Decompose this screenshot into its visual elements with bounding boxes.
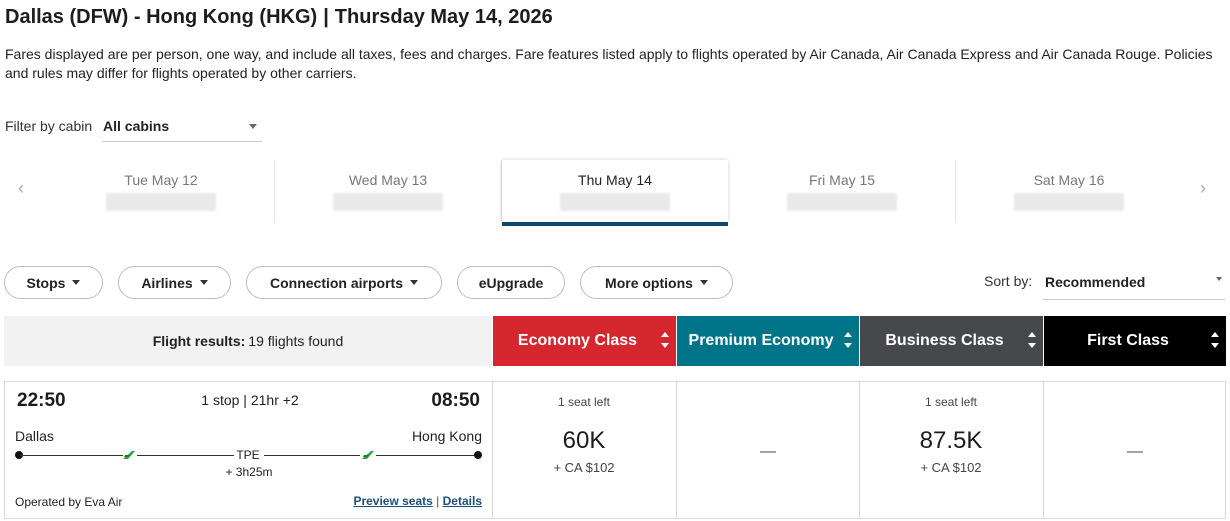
date-tab-label: Tue May 12 [124, 172, 198, 188]
page-title: Dallas (DFW) - Hong Kong (HKG) | Thursday … [5, 6, 553, 29]
airlines-filter-button[interactable]: Airlines [118, 266, 231, 299]
flight-results-count: 19 flights found [248, 333, 344, 349]
preview-seats-link[interactable]: Preview seats [353, 494, 432, 508]
travel-date-text: Thursday May 14, 2026 [334, 6, 553, 28]
cabin-header-label: First Class [1087, 332, 1169, 349]
fare-unavailable: — [1127, 443, 1143, 460]
sort-label: Sort by: [984, 273, 1033, 289]
date-tab-label: Fri May 15 [808, 172, 876, 188]
cabin-filter-label: Filter by cabin [5, 118, 93, 134]
fare-unavailable: — [760, 443, 776, 460]
date-tab-label: Wed May 13 [348, 172, 428, 188]
eupgrade-filter-label: eUpgrade [478, 274, 544, 291]
operating-carrier: Operated by Eva Air [15, 495, 123, 509]
destination-dot [474, 451, 482, 459]
more-options-filter-button[interactable]: More options [580, 266, 733, 299]
seats-left: 1 seat left [557, 395, 611, 409]
sort-value: Recommended [1045, 274, 1146, 290]
chevron-down-icon [249, 124, 257, 129]
caret-down-icon [199, 280, 208, 285]
route-line [264, 455, 360, 456]
link-separator: | [436, 494, 440, 508]
sort-arrows-icon [1211, 332, 1219, 350]
cabin-header-first[interactable]: First Class [1044, 316, 1226, 366]
cabin-header-premium-economy[interactable]: Premium Economy [677, 316, 859, 366]
title-separator: | [323, 6, 329, 28]
origin-city: Dallas [15, 428, 54, 444]
cabin-header-label: Business Class [885, 332, 1004, 349]
cabin-filter-select[interactable]: All cabins [102, 112, 262, 142]
fare-cell-business[interactable]: 1 seat left 87.5K + CA $102 [860, 382, 1043, 518]
more-options-filter-label: More options [605, 274, 693, 291]
stops-filter-button[interactable]: Stops [4, 266, 103, 299]
fare-points: 60K [562, 427, 606, 454]
stop-airport-code: TPE [236, 448, 260, 462]
cabin-header-business[interactable]: Business Class [860, 316, 1043, 366]
flight-links: Preview seats | Details [300, 494, 482, 508]
cabin-header-economy[interactable]: Economy Class [493, 316, 676, 366]
route-line [137, 455, 234, 456]
fare-points: 87.5K [919, 427, 983, 454]
sort-arrows-icon [844, 332, 852, 350]
departure-time: 22:50 [17, 390, 66, 411]
eupgrade-filter-button[interactable]: eUpgrade [457, 266, 565, 299]
connection-airports-filter-label: Connection airports [269, 274, 403, 291]
date-tab-sat-may-16[interactable]: Sat May 16 [956, 160, 1182, 222]
date-tab-tue-may-12[interactable]: Tue May 12 [48, 160, 275, 222]
route-text: Dallas (DFW) - Hong Kong (HKG) [5, 6, 318, 28]
fare-cash: + CA $102 [920, 460, 982, 475]
date-tab-thu-may-14[interactable]: Thu May 14 [502, 160, 728, 226]
chevron-right-icon[interactable]: › [1200, 178, 1206, 199]
airlines-filter-label: Airlines [141, 274, 193, 291]
eva-air-logo-icon [123, 451, 135, 459]
blurred-price [1014, 193, 1124, 211]
layover-duration: + 3h25m [225, 465, 273, 479]
stops-filter-label: Stops [26, 274, 66, 291]
blurred-price [106, 193, 216, 211]
date-tab-fri-may-15[interactable]: Fri May 15 [729, 160, 956, 222]
seats-left: 1 seat left [924, 395, 978, 409]
details-link[interactable]: Details [443, 494, 482, 508]
arrival-time: 08:50 [431, 390, 480, 411]
fare-cell-economy[interactable]: 1 seat left 60K + CA $102 [493, 382, 676, 518]
date-tab-wed-may-13[interactable]: Wed May 13 [275, 160, 502, 222]
caret-down-icon [699, 280, 708, 285]
blurred-price [333, 193, 443, 211]
fare-disclaimer: Fares displayed are per person, one way,… [5, 46, 1213, 81]
route-line [20, 455, 123, 456]
date-tab-label: Sat May 16 [1033, 172, 1105, 188]
sort-select[interactable]: Recommended [1043, 268, 1225, 300]
flight-results-label: Flight results: [152, 333, 246, 349]
caret-down-icon [410, 280, 418, 285]
fare-cell-premium-economy: — [677, 382, 859, 518]
sort-arrows-icon [661, 332, 669, 350]
chevron-left-icon[interactable]: ‹ [18, 178, 24, 199]
caret-down-icon [72, 280, 81, 285]
flight-summary: 1 stop | 21hr +2 [201, 392, 299, 408]
eva-air-logo-icon [362, 451, 374, 459]
blurred-price [560, 193, 670, 211]
cabin-filter-value: All cabins [103, 118, 170, 134]
destination-city: Hong Kong [411, 428, 482, 444]
flight-results-summary: Flight results: 19 flights found [4, 316, 492, 366]
date-tab-label: Thu May 14 [578, 172, 652, 188]
cabin-header-label: Premium Economy [688, 332, 834, 349]
cabin-header-label: Economy Class [517, 332, 638, 349]
chevron-down-icon [1216, 277, 1222, 281]
fare-cell-first: — [1044, 382, 1226, 518]
sort-arrows-icon [1028, 332, 1036, 350]
connection-airports-filter-button[interactable]: Connection airports [246, 266, 442, 299]
blurred-price [787, 193, 897, 211]
route-line [376, 455, 476, 456]
fare-cash: + CA $102 [553, 460, 615, 475]
